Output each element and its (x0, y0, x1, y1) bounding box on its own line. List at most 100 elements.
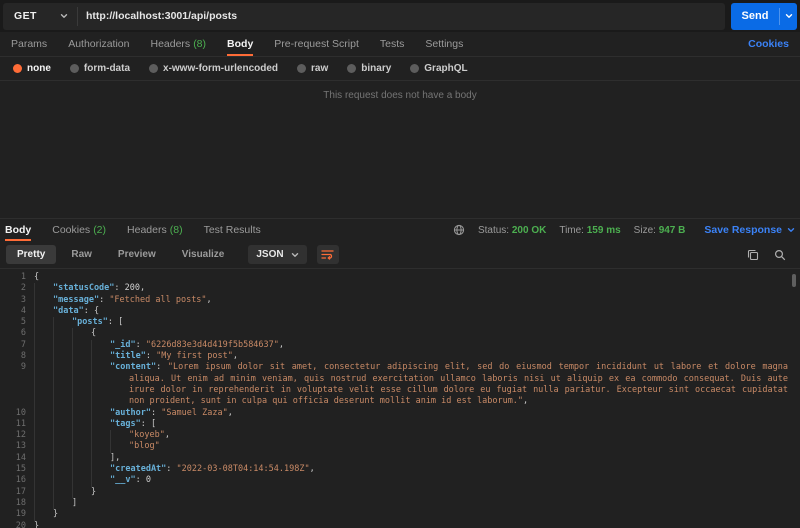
request-tab-authorization[interactable]: Authorization (68, 32, 129, 56)
radio-icon[interactable] (297, 64, 306, 73)
tab-label: Tests (380, 38, 405, 50)
line-number: 15 (0, 464, 34, 475)
search-icon[interactable] (774, 249, 786, 261)
code-line: 18] (0, 498, 788, 509)
network-globe-icon[interactable] (453, 224, 465, 236)
radio-icon[interactable] (149, 64, 158, 73)
chevron-down-icon (291, 251, 299, 259)
line-number: 1 (0, 272, 34, 283)
line-number: 20 (0, 521, 34, 528)
format-dropdown[interactable]: JSON (248, 245, 306, 264)
radio-label: none (27, 63, 51, 74)
toolbar-right-icons (747, 249, 794, 261)
token-p: : (146, 351, 156, 361)
tab-label: Body (227, 38, 253, 50)
send-button[interactable]: Send (731, 3, 797, 30)
code-line-content: } (91, 487, 788, 498)
code-line-content: { (34, 272, 788, 283)
token-p: : (156, 362, 168, 372)
request-tab-settings[interactable]: Settings (425, 32, 463, 56)
token-k: "data" (53, 306, 84, 316)
token-p: , (140, 283, 145, 293)
request-tab-tests[interactable]: Tests (380, 32, 405, 56)
view-tab-raw[interactable]: Raw (60, 245, 103, 264)
indent-guide (53, 351, 72, 362)
send-button-label[interactable]: Send (731, 3, 779, 30)
body-type-binary[interactable]: binary (347, 63, 391, 74)
token-p: ] (72, 498, 77, 508)
body-type-form-data[interactable]: form-data (70, 63, 130, 74)
body-type-raw[interactable]: raw (297, 63, 328, 74)
send-options-caret[interactable] (780, 3, 797, 30)
code-line-content: "data": { (53, 306, 788, 317)
request-tab-body[interactable]: Body (227, 32, 253, 56)
code-line-content: "blog" (129, 441, 788, 452)
response-tab-cookies[interactable]: Cookies(2) (52, 219, 106, 241)
code-line: 19} (0, 509, 788, 520)
request-tab-headers[interactable]: Headers(8) (150, 32, 206, 56)
scrollbar-thumb[interactable] (792, 274, 796, 287)
indent-guide (53, 441, 72, 452)
indent-guide (53, 475, 72, 486)
view-tab-visualize[interactable]: Visualize (171, 245, 236, 264)
response-tab-body[interactable]: Body (5, 219, 31, 241)
line-number: 17 (0, 487, 34, 498)
indent-guide (72, 441, 91, 452)
request-url-bar: GET Send (0, 0, 800, 32)
radio-icon[interactable] (410, 64, 419, 73)
indent-guide (72, 408, 91, 419)
copy-icon[interactable] (747, 249, 759, 261)
token-p: : (166, 464, 176, 474)
code-line: 8"title": "My first post", (0, 351, 788, 362)
method-dropdown[interactable]: GET (3, 3, 77, 30)
save-response-button[interactable]: Save Response (704, 224, 795, 236)
view-tab-pretty[interactable]: Pretty (6, 245, 56, 264)
indent-guide (72, 430, 91, 441)
line-number: 19 (0, 509, 34, 520)
indent-guide (53, 419, 72, 430)
body-type-none[interactable]: none (13, 63, 51, 74)
token-p: : (114, 283, 124, 293)
request-tab-pre-request-script[interactable]: Pre-request Script (274, 32, 359, 56)
spacer (463, 32, 748, 56)
indent-guide (34, 498, 53, 509)
wrap-text-icon (321, 249, 334, 260)
token-p: } (53, 509, 58, 519)
line-number: 13 (0, 441, 34, 452)
tab-label: Authorization (68, 38, 129, 50)
indent-guide (91, 351, 110, 362)
radio-icon[interactable] (13, 64, 22, 73)
indent-guide (34, 453, 53, 464)
token-s: "6226d83e3d4d419f5b584637" (146, 340, 279, 350)
radio-icon[interactable] (347, 64, 356, 73)
url-input[interactable] (78, 3, 725, 30)
token-k: "title" (110, 351, 146, 361)
token-p: , (233, 351, 238, 361)
token-p: : (108, 317, 118, 327)
status-label: Status: (478, 225, 509, 236)
radio-icon[interactable] (70, 64, 79, 73)
view-tab-preview[interactable]: Preview (107, 245, 167, 264)
indent-guide (110, 430, 129, 441)
indent-guide (53, 487, 72, 498)
response-tab-headers[interactable]: Headers(8) (127, 219, 183, 241)
response-body-json-viewer[interactable]: 1{2"statusCode": 200,3"message": "Fetche… (0, 269, 800, 528)
body-type-GraphQL[interactable]: GraphQL (410, 63, 467, 74)
token-p: , (523, 396, 528, 406)
tab-label: Body (5, 224, 31, 236)
tab-count-badge: (2) (93, 224, 106, 236)
indent-guide (34, 362, 53, 407)
response-meta: Status: 200 OK Time: 159 ms Size: 947 B … (453, 219, 795, 241)
response-tab-test-results[interactable]: Test Results (204, 219, 261, 241)
request-tab-params[interactable]: Params (11, 32, 47, 56)
token-p: : (99, 295, 109, 305)
wrap-text-button[interactable] (317, 245, 339, 264)
code-line-content: } (34, 521, 788, 528)
indent-guide (72, 340, 91, 351)
radio-label: form-data (84, 63, 130, 74)
time-badge: Time: 159 ms (559, 225, 620, 236)
body-type-x-www-form-urlencoded[interactable]: x-www-form-urlencoded (149, 63, 278, 74)
indent-guide (34, 441, 53, 452)
cookies-link[interactable]: Cookies (748, 32, 789, 56)
indent-guide (72, 464, 91, 475)
